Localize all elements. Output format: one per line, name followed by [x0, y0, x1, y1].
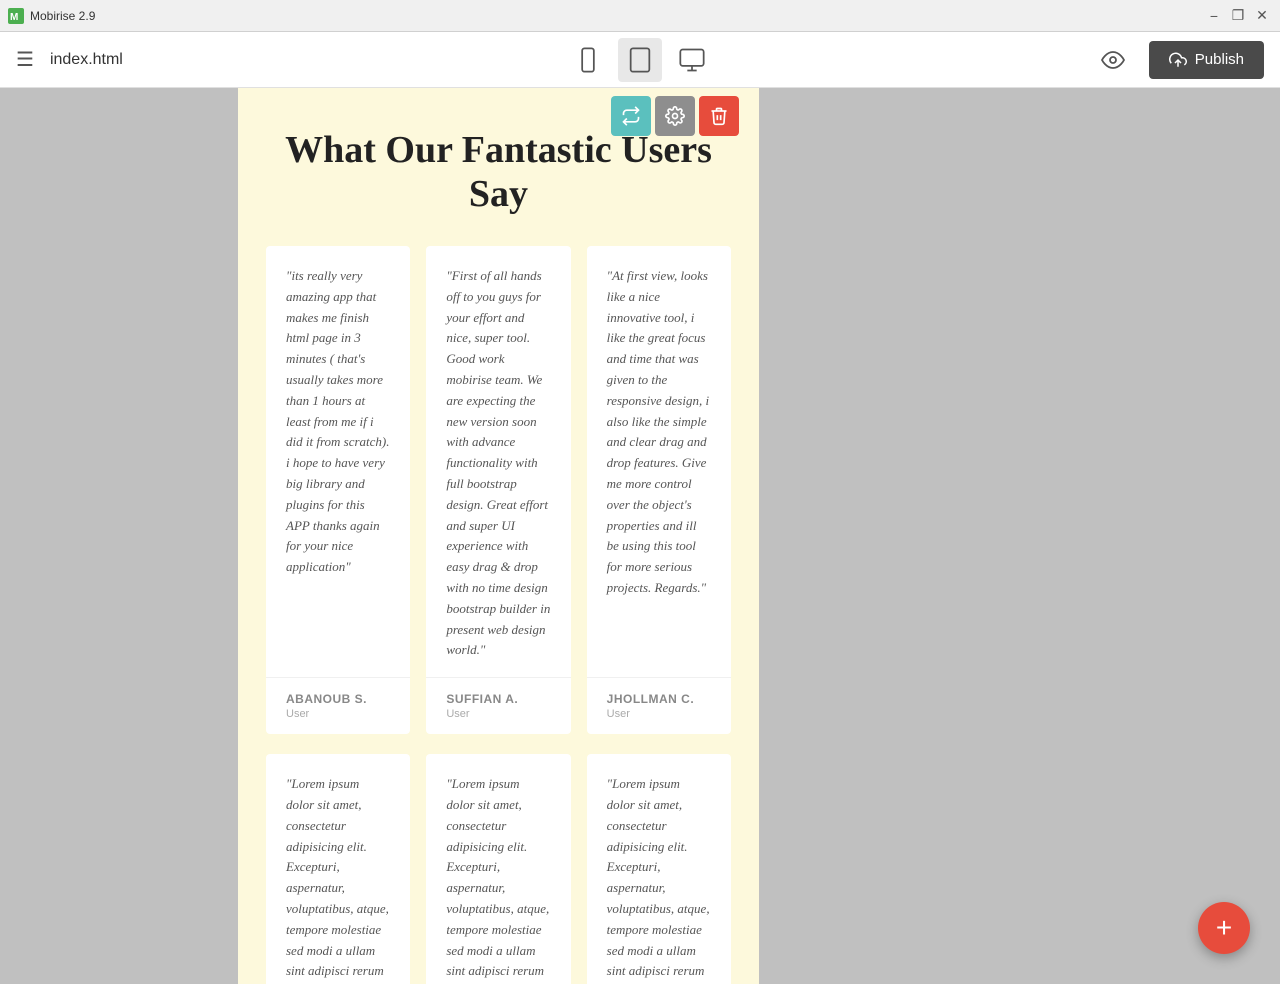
- minimize-button[interactable]: −: [1204, 6, 1224, 26]
- publish-label: Publish: [1195, 51, 1244, 68]
- publish-button[interactable]: Publish: [1149, 41, 1264, 79]
- card-footer-1: ABANOUB S. User: [266, 677, 410, 734]
- testimonial-card-5: "Lorem ipsum dolor sit amet, consectetur…: [426, 754, 570, 984]
- quote-5: "Lorem ipsum dolor sit amet, consectetur…: [446, 774, 550, 984]
- center-panel: What Our Fantastic Users Say "its really…: [238, 88, 759, 984]
- tablet-view-button[interactable]: [618, 38, 662, 82]
- reviewer-name-3: JHOLLMAN C.: [607, 692, 711, 706]
- testimonial-card-6: "Lorem ipsum dolor sit amet, consectetur…: [587, 754, 731, 984]
- reviewer-name-1: ABANOUB S.: [286, 692, 390, 706]
- menu-icon[interactable]: ☰: [16, 47, 34, 72]
- title-bar: M Mobirise 2.9 − ❐ ✕: [0, 0, 1280, 32]
- testimonial-card-1: "its really very amazing app that makes …: [266, 246, 410, 734]
- card-body-6: "Lorem ipsum dolor sit amet, consectetur…: [587, 754, 731, 984]
- app-title: Mobirise 2.9: [30, 9, 1204, 23]
- quote-4: "Lorem ipsum dolor sit amet, consectetur…: [286, 774, 390, 984]
- app-icon: M: [8, 8, 24, 24]
- card-body-2: "First of all hands off to you guys for …: [426, 246, 570, 677]
- close-button[interactable]: ✕: [1252, 6, 1272, 26]
- desktop-view-button[interactable]: [670, 38, 714, 82]
- add-block-fab[interactable]: +: [1198, 902, 1250, 954]
- quote-2: "First of all hands off to you guys for …: [446, 266, 550, 661]
- canvas-area: What Our Fantastic Users Say "its really…: [0, 88, 1280, 984]
- reviewer-role-1: User: [286, 708, 390, 720]
- app-toolbar: ☰ index.html: [0, 32, 1280, 88]
- quote-6: "Lorem ipsum dolor sit amet, consectetur…: [607, 774, 711, 984]
- reviewer-role-3: User: [607, 708, 711, 720]
- right-panel: [759, 88, 1280, 984]
- testimonial-card-4: "Lorem ipsum dolor sit amet, consectetur…: [266, 754, 410, 984]
- testimonial-card-3: "At first view, looks like a nice innova…: [587, 246, 731, 734]
- testimonials-grid-row1: "its really very amazing app that makes …: [258, 246, 739, 754]
- quote-3: "At first view, looks like a nice innova…: [607, 266, 711, 599]
- card-body-1: "its really very amazing app that makes …: [266, 246, 410, 677]
- mobile-view-button[interactable]: [566, 38, 610, 82]
- reviewer-role-2: User: [446, 708, 550, 720]
- card-footer-2: SUFFIAN A. User: [426, 677, 570, 734]
- testimonials-grid-row2: "Lorem ipsum dolor sit amet, consectetur…: [258, 754, 739, 984]
- svg-text:M: M: [10, 12, 18, 23]
- swap-block-button[interactable]: [611, 96, 651, 136]
- section-title: What Our Fantastic Users Say: [258, 128, 739, 216]
- card-body-3: "At first view, looks like a nice innova…: [587, 246, 731, 677]
- toolbar-right: Publish: [1093, 40, 1264, 80]
- reviewer-name-2: SUFFIAN A.: [446, 692, 550, 706]
- device-switcher: [566, 38, 714, 82]
- maximize-button[interactable]: ❐: [1228, 6, 1248, 26]
- section-actions: [611, 96, 739, 136]
- testimonial-card-2: "First of all hands off to you guys for …: [426, 246, 570, 734]
- quote-1: "its really very amazing app that makes …: [286, 266, 390, 578]
- delete-block-button[interactable]: [699, 96, 739, 136]
- left-panel: [0, 88, 238, 984]
- page-section: What Our Fantastic Users Say "its really…: [238, 88, 759, 984]
- window-controls: − ❐ ✕: [1204, 6, 1272, 26]
- card-body-5: "Lorem ipsum dolor sit amet, consectetur…: [426, 754, 570, 984]
- card-body-4: "Lorem ipsum dolor sit amet, consectetur…: [266, 754, 410, 984]
- card-footer-3: JHOLLMAN C. User: [587, 677, 731, 734]
- preview-button[interactable]: [1093, 40, 1133, 80]
- settings-block-button[interactable]: [655, 96, 695, 136]
